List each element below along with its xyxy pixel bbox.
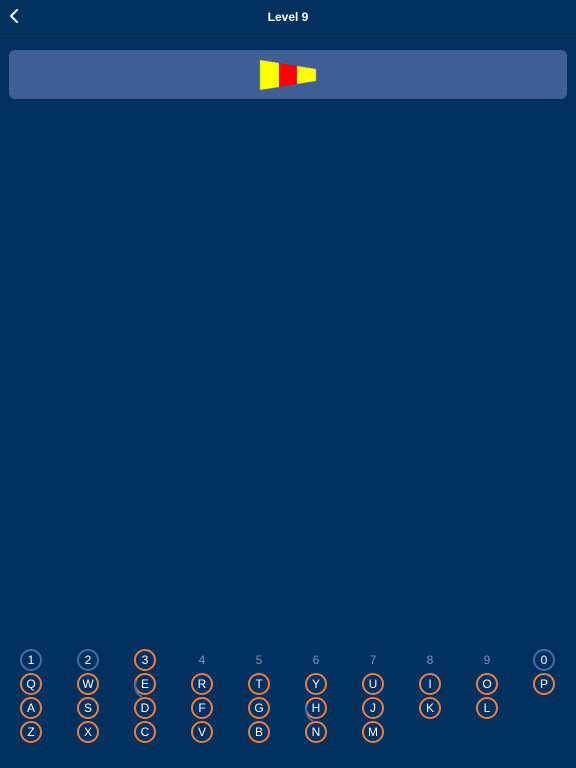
key-2[interactable]: 2 — [77, 649, 99, 671]
key-5: 5 — [255, 653, 263, 667]
key-g[interactable]: G — [248, 697, 270, 719]
flag-display-card — [9, 50, 567, 99]
key-m[interactable]: M — [362, 721, 384, 743]
key-7: 7 — [369, 653, 377, 667]
key-o[interactable]: O — [476, 673, 498, 695]
key-p[interactable]: P — [533, 673, 555, 695]
key-a[interactable]: A — [20, 697, 42, 719]
key-d[interactable]: D — [134, 697, 156, 719]
key-n[interactable]: N — [305, 721, 327, 743]
key-c[interactable]: C — [134, 721, 156, 743]
key-x[interactable]: X — [77, 721, 99, 743]
answer-keyboard: 1 2 3 4 5 6 7 8 9 0 Q W E R T Y U I O P A S D F G H J K L Z X C V B N M — [0, 648, 576, 748]
key-b[interactable]: B — [248, 721, 270, 743]
key-i[interactable]: I — [419, 673, 441, 695]
key-z[interactable]: Z — [20, 721, 42, 743]
top-bar: Level 9 — [0, 0, 576, 34]
page-title: Level 9 — [267, 9, 309, 24]
key-1[interactable]: 1 — [20, 649, 42, 671]
key-y[interactable]: Y — [305, 673, 327, 695]
key-w[interactable]: W — [77, 673, 99, 695]
key-s[interactable]: S — [77, 697, 99, 719]
key-l[interactable]: L — [476, 697, 498, 719]
key-6: 6 — [312, 653, 320, 667]
key-3[interactable]: 3 — [134, 649, 156, 671]
key-4: 4 — [198, 653, 206, 667]
key-8: 8 — [426, 653, 434, 667]
key-f[interactable]: F — [191, 697, 213, 719]
pennant-flag-icon — [259, 59, 317, 90]
key-j[interactable]: J — [362, 697, 384, 719]
key-h[interactable]: H — [305, 697, 327, 719]
key-t[interactable]: T — [248, 673, 270, 695]
chevron-left-icon — [10, 9, 18, 23]
key-r[interactable]: R — [191, 673, 213, 695]
back-button[interactable] — [4, 4, 24, 28]
key-u[interactable]: U — [362, 673, 384, 695]
key-q[interactable]: Q — [20, 673, 42, 695]
key-v[interactable]: V — [191, 721, 213, 743]
key-0[interactable]: 0 — [533, 649, 555, 671]
key-k[interactable]: K — [419, 697, 441, 719]
key-9: 9 — [483, 653, 491, 667]
key-e[interactable]: E — [134, 673, 156, 695]
